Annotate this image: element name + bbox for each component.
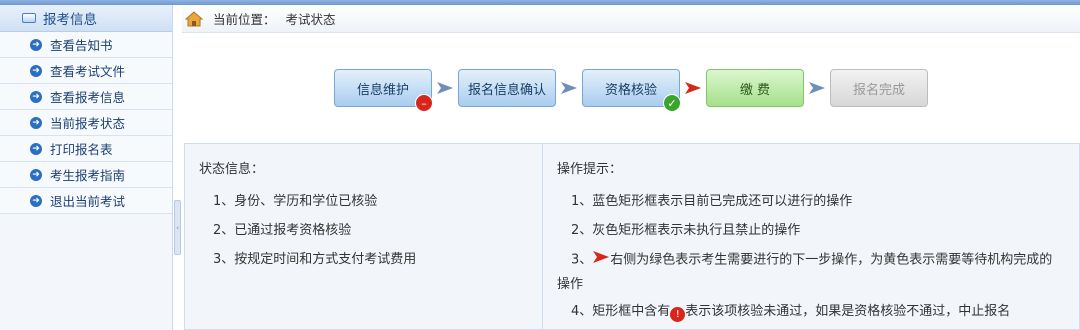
sidebar-item-label: 退出当前考试 bbox=[50, 194, 126, 209]
status-panel: 状态信息： 1、身份、学历和学位已核验 2、已通过报考资格核验 3、按规定时间和… bbox=[184, 143, 542, 330]
status-line: 2、已通过报考资格核验 bbox=[213, 223, 352, 238]
sidebar-item-label: 打印报名表 bbox=[50, 142, 113, 157]
exclamation-circle-icon: – bbox=[415, 94, 433, 112]
circle-arrow-right-icon: ➜ bbox=[30, 64, 42, 77]
sidebar-item-registration-info[interactable]: ➜ 查看报考信息 bbox=[0, 84, 172, 110]
status-title: 状态信息： bbox=[199, 162, 265, 177]
sidebar-item-notice[interactable]: ➜ 查看告知书 bbox=[0, 32, 172, 58]
tip-text: 右侧为绿色表示考生需要进行的下一步操作，为黄色表示需要等待机构完成的 bbox=[610, 252, 1053, 268]
circle-arrow-right-icon: ➜ bbox=[30, 142, 42, 155]
tips-panel: 操作提示： 1、蓝色矩形框表示目前已完成还可以进行的操作 2、灰色矩形框表示未执… bbox=[542, 143, 1080, 330]
sidebar-item-current-status[interactable]: ➜ 当前报考状态 bbox=[0, 110, 172, 136]
tip-text: 表示该项核验未通过，如果是资格核验不通过，中止报名 bbox=[685, 303, 1011, 319]
sidebar-header-label: 报考信息 bbox=[43, 12, 97, 28]
sidebar-item-label: 考生报考指南 bbox=[50, 168, 126, 183]
exclamation-circle-icon: ! bbox=[670, 306, 686, 322]
sidebar-header[interactable]: 报考信息 bbox=[0, 5, 172, 32]
step-label: 资格核验 bbox=[604, 82, 657, 98]
step-label: 报名完成 bbox=[852, 82, 905, 98]
arrow-right-icon bbox=[432, 69, 458, 107]
info-panels: 状态信息： 1、身份、学历和学位已核验 2、已通过报考资格核验 3、按规定时间和… bbox=[184, 143, 1080, 330]
check-circle-icon: ✓ bbox=[663, 94, 681, 112]
step-registration-confirm[interactable]: 报名信息确认 bbox=[458, 69, 556, 107]
circle-arrow-right-icon: ➜ bbox=[30, 38, 42, 51]
next-step-arrow-icon bbox=[680, 69, 706, 107]
status-line: 3、按规定时间和方式支付考试费用 bbox=[213, 252, 417, 267]
sidebar-item-exam-files[interactable]: ➜ 查看考试文件 bbox=[0, 58, 172, 84]
breadcrumb-current: 考试状态 bbox=[285, 12, 336, 27]
step-registration-complete: 报名完成 bbox=[830, 69, 928, 107]
progress-steps: 信息维护 – 报名信息确认 资格核验 ✓ 缴 费 报名完成 bbox=[334, 67, 928, 112]
step-label: 信息维护 bbox=[356, 82, 409, 98]
tips-title: 操作提示： bbox=[557, 162, 623, 177]
window-icon bbox=[22, 13, 36, 23]
next-step-arrow-icon bbox=[593, 248, 610, 272]
status-line: 1、身份、学历和学位已核验 bbox=[213, 194, 378, 209]
tip-line: 3、 右侧为绿色表示考生需要进行的下一步操作，为黄色表示需要等待机构完成的 操作 bbox=[557, 245, 1065, 297]
circle-arrow-right-icon: ➜ bbox=[30, 116, 42, 129]
step-payment[interactable]: 缴 费 bbox=[706, 69, 804, 107]
circle-arrow-right-icon: ➜ bbox=[30, 90, 42, 103]
step-label: 报名信息确认 bbox=[467, 82, 546, 98]
tip-line: 4、矩形框中含有! 表示该项核验未通过，如果是资格核验不通过，中止报名 bbox=[557, 297, 1065, 326]
tip-continuation: 操作 bbox=[557, 276, 584, 292]
sidebar-item-label: 查看告知书 bbox=[50, 38, 113, 53]
sidebar-item-guide[interactable]: ➜ 考生报考指南 bbox=[0, 162, 172, 188]
sidebar-item-label: 查看考试文件 bbox=[50, 64, 126, 79]
tip-text: 4、矩形框中含有 bbox=[571, 303, 671, 319]
circle-arrow-right-icon: ➜ bbox=[30, 194, 42, 207]
breadcrumb: 当前位置： 考试状态 bbox=[182, 5, 1080, 33]
sidebar-collapse-handle[interactable]: ‹ bbox=[174, 200, 181, 255]
step-info-maintenance[interactable]: 信息维护 – bbox=[334, 69, 433, 112]
tip-line: 1、蓝色矩形框表示目前已完成还可以进行的操作 bbox=[571, 194, 853, 209]
sidebar-item-exit-exam[interactable]: ➜ 退出当前考试 bbox=[0, 188, 172, 214]
home-icon[interactable] bbox=[184, 10, 204, 27]
circle-arrow-right-icon: ➜ bbox=[30, 168, 42, 181]
breadcrumb-prefix: 当前位置： bbox=[213, 12, 276, 27]
main-content: 当前位置： 考试状态 信息维护 – 报名信息确认 资格核验 ✓ 缴 费 报名完成… bbox=[182, 5, 1080, 330]
sidebar: 报考信息 ➜ 查看告知书 ➜ 查看考试文件 ➜ 查看报考信息 ➜ 当前报考状态 … bbox=[0, 5, 173, 330]
tip-number: 3、 bbox=[571, 252, 593, 268]
sidebar-item-label: 当前报考状态 bbox=[50, 116, 126, 131]
step-qualification-check[interactable]: 资格核验 ✓ bbox=[582, 69, 681, 112]
step-label: 缴 费 bbox=[739, 82, 771, 98]
sidebar-item-print-form[interactable]: ➜ 打印报名表 bbox=[0, 136, 172, 162]
arrow-right-icon bbox=[556, 69, 582, 107]
tip-line: 2、灰色矩形框表示未执行且禁止的操作 bbox=[571, 223, 801, 238]
arrow-right-icon bbox=[804, 69, 830, 107]
sidebar-item-label: 查看报考信息 bbox=[50, 90, 126, 105]
